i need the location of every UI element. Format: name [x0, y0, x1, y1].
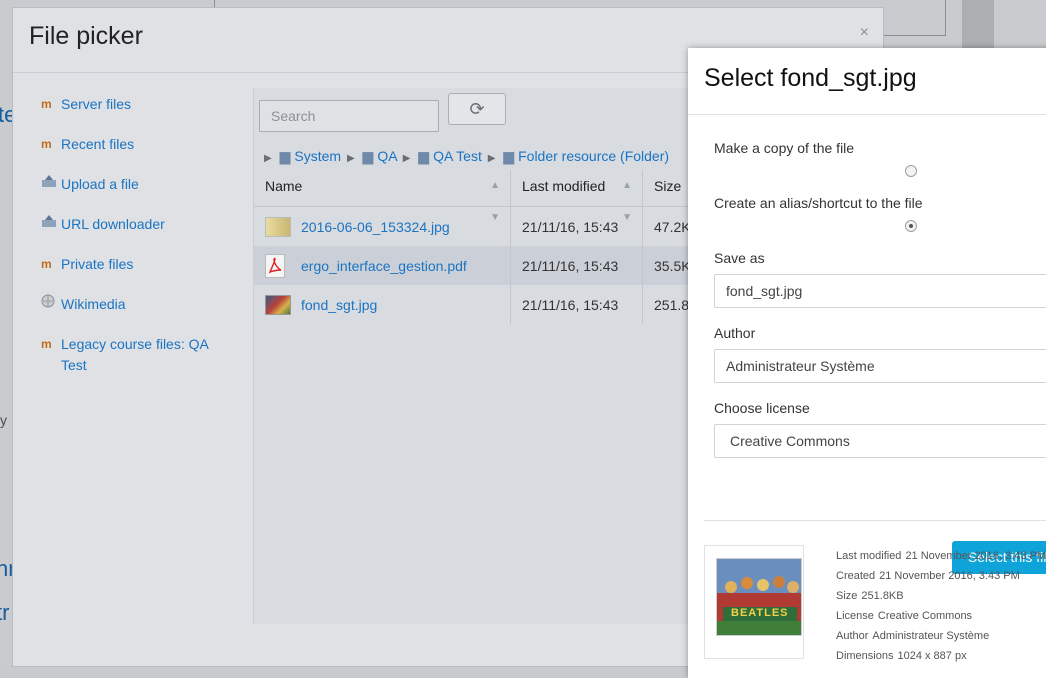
file-picker-title: File picker — [29, 22, 143, 50]
breadcrumb-item[interactable]: System — [294, 148, 341, 164]
info-author: Administrateur Système — [872, 630, 990, 642]
moodle-icon: m — [41, 337, 52, 351]
file-modified: 21/11/16, 15:43 — [511, 285, 643, 324]
url-download-icon — [41, 214, 61, 235]
moodle-icon: m — [41, 137, 52, 151]
repository-server-files[interactable]: m Server files — [41, 94, 241, 115]
divider — [704, 520, 1046, 521]
repository-label: Recent files — [61, 136, 135, 152]
repository-label: Wikimedia — [61, 296, 126, 312]
file-name: ergo_interface_gestion.pdf — [301, 257, 467, 274]
copy-option-label: Make a copy of the file — [714, 140, 855, 156]
repository-upload-file[interactable]: Upload a file — [41, 174, 241, 195]
column-header-modified[interactable]: Last modified ▲ ▼ — [511, 170, 643, 223]
breadcrumb-arrow-icon: ▶ — [346, 153, 355, 164]
info-license: Creative Commons — [877, 610, 973, 622]
moodle-icon: m — [41, 97, 52, 111]
info-label: Author — [836, 630, 869, 642]
folder-icon: ▆ — [418, 148, 430, 164]
breadcrumb-item[interactable]: QA — [377, 148, 396, 164]
info-created: 21 November 2016, 3:43 PM — [879, 570, 1020, 582]
breadcrumb-item[interactable]: QA Test — [433, 148, 482, 164]
info-label: Last modified — [836, 550, 902, 562]
info-size: 251.8KB — [861, 590, 904, 602]
file-name: 2016-06-06_153324.jpg — [301, 218, 450, 235]
folder-icon: ▆ — [503, 148, 515, 164]
upload-icon — [41, 174, 61, 195]
file-info: Last modified 21 November 2016, 3:43 PM C… — [836, 546, 1046, 666]
folder-icon: ▆ — [362, 148, 374, 164]
info-label: Size — [836, 590, 858, 602]
preview-caption: BEATLES — [731, 607, 789, 619]
author-input[interactable]: Administrateur Système — [714, 349, 1046, 383]
sort-icon: ▲ ▼ — [622, 180, 632, 223]
license-label: Choose license — [714, 400, 810, 416]
repository-label: Legacy course files: QA Test — [61, 336, 209, 373]
select-file-dialog: Select fond_sgt.jpg Make a copy of the f… — [688, 48, 1046, 678]
image-file-icon — [265, 216, 291, 237]
file-modified: 21/11/16, 15:43 — [511, 246, 643, 285]
wikimedia-icon — [41, 294, 61, 315]
repository-label: Upload a file — [61, 176, 139, 192]
author-label: Author — [714, 325, 756, 341]
repository-label: Server files — [61, 96, 132, 112]
repository-url-downloader[interactable]: URL downloader — [41, 214, 241, 235]
info-label: License — [836, 610, 874, 622]
info-last-modified: 21 November 2016, 3:43 PM — [905, 550, 1046, 562]
repository-recent-files[interactable]: m Recent files — [41, 134, 241, 155]
info-dimensions: 1024 x 887 px — [897, 650, 967, 662]
alias-radio[interactable] — [905, 220, 917, 232]
info-label: Created — [836, 570, 876, 582]
breadcrumb: ▶ ▆ System ▶ ▆ QA ▶ ▆ QA Test ▶ ▆ Folder res… — [262, 148, 669, 165]
breadcrumb-item[interactable]: Folder resource (Folder) — [518, 148, 669, 164]
repository-label: Private files — [61, 256, 134, 272]
repository-label: URL downloader — [61, 216, 165, 232]
file-preview-thumbnail: BEATLES — [716, 558, 802, 636]
file-name: fond_sgt.jpg — [301, 296, 378, 313]
info-label: Dimensions — [836, 650, 894, 662]
copy-radio[interactable] — [905, 165, 917, 177]
save-as-label: Save as — [714, 250, 765, 266]
breadcrumb-arrow-icon: ▶ — [402, 153, 411, 164]
pdf-file-icon — [265, 253, 285, 278]
repository-legacy-course-files[interactable]: m Legacy course files: QA Test — [41, 334, 241, 376]
repository-list: m Server files m Recent files Upload a f… — [41, 94, 241, 395]
folder-icon: ▆ — [279, 148, 291, 164]
breadcrumb-arrow-icon: ▶ — [264, 153, 272, 164]
select-dialog-title: Select fond_sgt.jpg — [704, 64, 917, 92]
file-preview: BEATLES — [704, 545, 804, 659]
alias-option-label: Create an alias/shortcut to the file — [714, 195, 923, 211]
close-icon[interactable]: × — [860, 24, 869, 42]
sort-icon: ▲ ▼ — [490, 180, 500, 223]
search-input[interactable]: Search — [259, 100, 439, 132]
moodle-icon: m — [41, 257, 52, 271]
column-header-name[interactable]: Name ▲ ▼ — [254, 170, 511, 223]
select-dialog-header: Select fond_sgt.jpg — [688, 48, 1046, 115]
license-select[interactable]: Creative Commons — [714, 424, 1046, 458]
breadcrumb-arrow-icon: ▶ — [487, 153, 496, 164]
refresh-icon[interactable]: ⟳ — [448, 93, 506, 125]
save-as-input[interactable]: fond_sgt.jpg — [714, 274, 1046, 308]
repository-wikimedia[interactable]: Wikimedia — [41, 294, 241, 315]
image-file-icon — [265, 294, 291, 315]
repository-private-files[interactable]: m Private files — [41, 254, 241, 275]
